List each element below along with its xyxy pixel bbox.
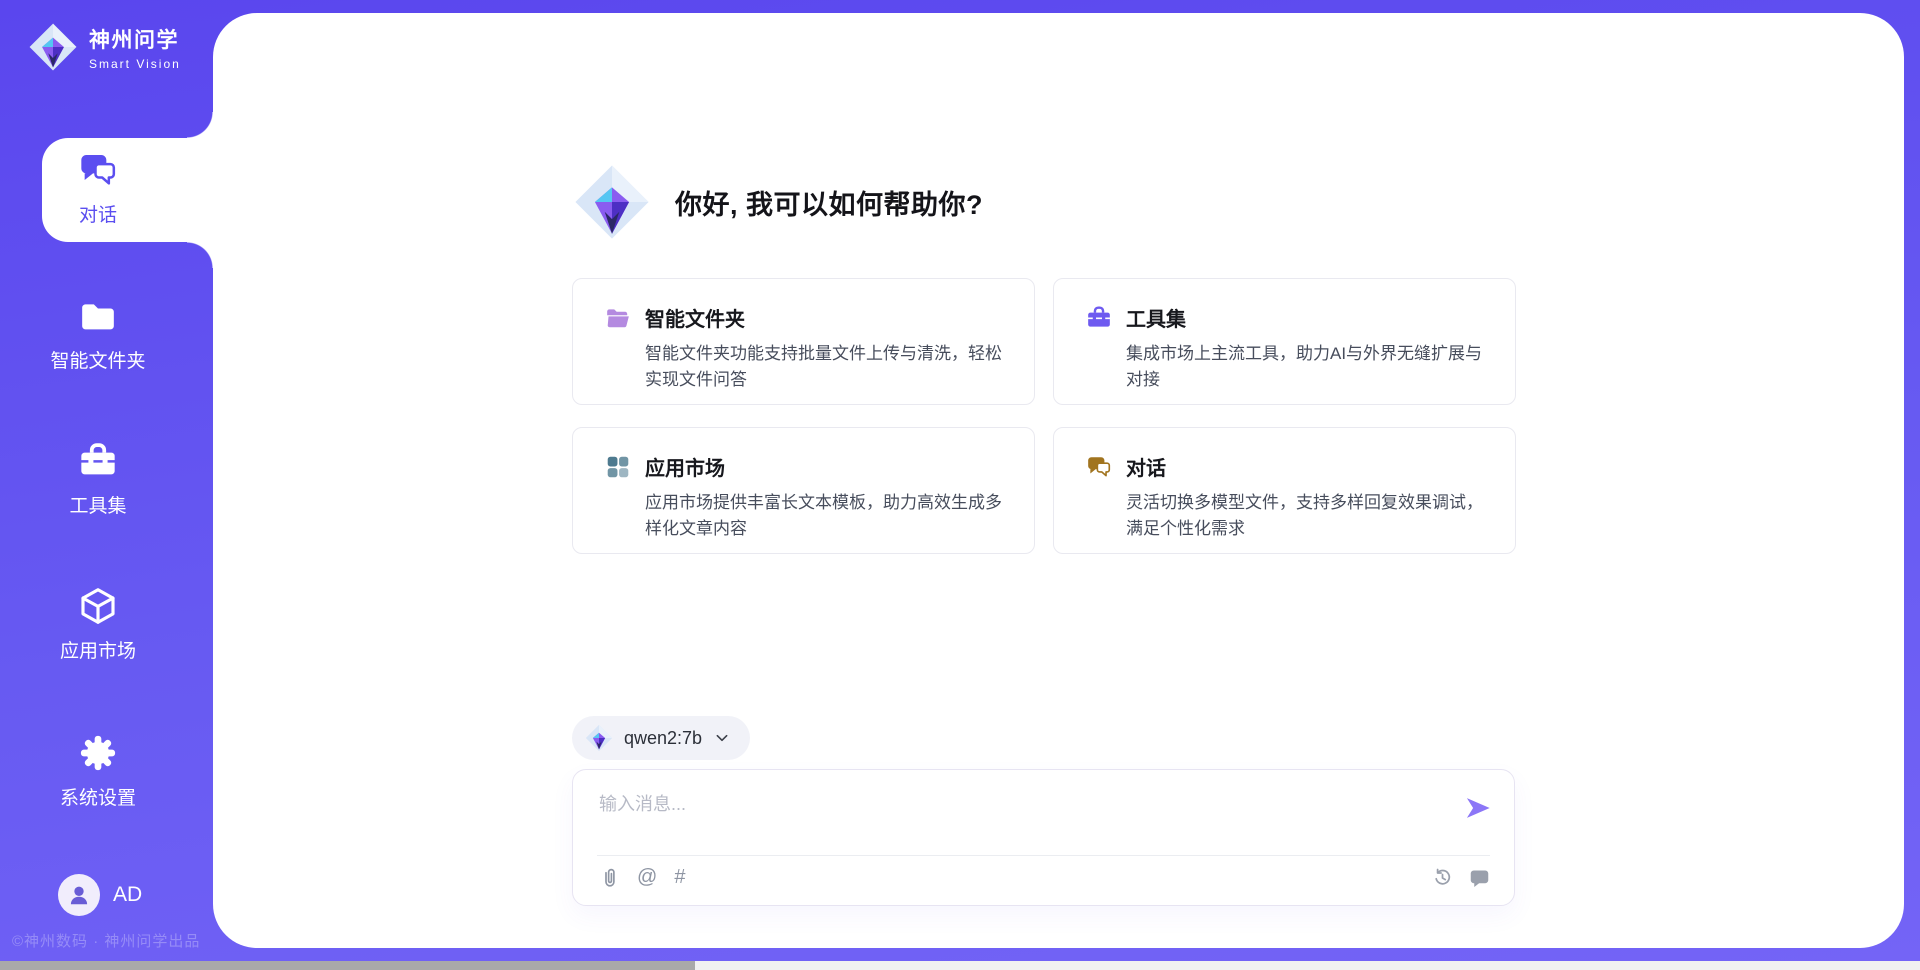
- brand-subtitle: Smart Vision: [89, 57, 181, 71]
- sidebar-item-label: 系统设置: [60, 783, 136, 810]
- sidebar-item-toolset[interactable]: 工具集: [0, 441, 196, 518]
- history-icon[interactable]: [1432, 867, 1453, 888]
- sidebar-item-label: 工具集: [69, 491, 126, 518]
- assistant-gem-icon: [573, 163, 651, 241]
- avatar: [58, 874, 100, 916]
- folder-icon: [78, 296, 118, 336]
- main-panel: 你好, 我可以如何帮助你? 智能文件夹 智能文件夹功能支持批量文件上传与清洗，轻…: [213, 13, 1904, 948]
- sidebar-item-label: 应用市场: [60, 636, 136, 663]
- composer-divider: [597, 855, 1490, 856]
- card-description: 灵活切换多模型文件，支持多样回复效果调试，满足个性化需求: [1126, 490, 1489, 541]
- user-name: AD: [113, 883, 142, 907]
- model-name: qwen2:7b: [624, 728, 702, 749]
- message-input[interactable]: [599, 788, 1419, 820]
- card-title: 工具集: [1126, 303, 1489, 332]
- sidebar-item-label: 对话: [79, 200, 117, 227]
- folder-open-icon: [605, 305, 631, 331]
- chat-bubble-icon[interactable]: [1469, 867, 1490, 888]
- brand-gem-icon: [28, 22, 78, 72]
- model-selector[interactable]: qwen2:7b: [572, 716, 750, 760]
- card-app-market[interactable]: 应用市场 应用市场提供丰富长文本模板，助力高效生成多样化文章内容: [572, 427, 1035, 554]
- card-title: 智能文件夹: [645, 303, 1008, 332]
- greeting: 你好, 我可以如何帮助你?: [573, 163, 983, 241]
- toolbox-icon: [78, 441, 118, 481]
- composer-tools-right: [1432, 867, 1490, 888]
- chevron-down-icon: [714, 730, 730, 746]
- chat-icon: [1086, 454, 1112, 480]
- feature-cards: 智能文件夹 智能文件夹功能支持批量文件上传与清洗，轻松实现文件问答 工具集 集成…: [572, 278, 1516, 554]
- app-grid-icon: [605, 454, 631, 480]
- horizontal-scrollbar: [0, 961, 1920, 970]
- composer-tools-left: @ #: [599, 867, 685, 888]
- hashtag-icon[interactable]: #: [674, 867, 685, 888]
- app-root: 神州问学 Smart Vision 对话 智能文件夹 工具集 应用市场 系统设置: [0, 0, 1920, 970]
- sidebar-item-smart-folder[interactable]: 智能文件夹: [0, 296, 196, 373]
- mention-icon[interactable]: @: [637, 867, 657, 888]
- horizontal-scrollbar-thumb[interactable]: [0, 961, 695, 970]
- card-toolset[interactable]: 工具集 集成市场上主流工具，助力AI与外界无缝扩展与对接: [1053, 278, 1516, 405]
- model-gem-icon: [585, 724, 613, 752]
- user-account[interactable]: AD: [58, 874, 142, 916]
- message-composer: @ #: [572, 769, 1515, 906]
- person-icon: [66, 882, 92, 908]
- card-chat[interactable]: 对话 灵活切换多模型文件，支持多样回复效果调试，满足个性化需求: [1053, 427, 1516, 554]
- sidebar-item-label: 智能文件夹: [50, 346, 145, 373]
- card-description: 集成市场上主流工具，助力AI与外界无缝扩展与对接: [1126, 341, 1489, 392]
- card-description: 应用市场提供丰富长文本模板，助力高效生成多样化文章内容: [645, 490, 1008, 541]
- card-title: 对话: [1126, 452, 1489, 481]
- send-button[interactable]: [1464, 794, 1492, 822]
- cube-icon: [78, 586, 118, 626]
- greeting-text: 你好, 我可以如何帮助你?: [675, 183, 983, 222]
- brand-logo: 神州问学 Smart Vision: [28, 22, 181, 72]
- send-icon: [1464, 794, 1492, 822]
- sidebar-item-settings[interactable]: 系统设置: [0, 733, 196, 810]
- chat-icon: [78, 150, 118, 190]
- card-description: 智能文件夹功能支持批量文件上传与清洗，轻松实现文件问答: [645, 341, 1008, 392]
- gear-icon: [78, 733, 118, 773]
- brand-name: 神州问学: [89, 24, 181, 54]
- card-title: 应用市场: [645, 452, 1008, 481]
- card-smart-folder[interactable]: 智能文件夹 智能文件夹功能支持批量文件上传与清洗，轻松实现文件问答: [572, 278, 1035, 405]
- sidebar: 神州问学 Smart Vision 对话 智能文件夹 工具集 应用市场 系统设置: [0, 0, 213, 961]
- paperclip-icon[interactable]: [599, 867, 620, 888]
- toolbox-icon: [1086, 305, 1112, 331]
- sidebar-item-chat[interactable]: 对话: [0, 150, 196, 227]
- copyright-footer: ©神州数码 · 神州问学出品: [12, 930, 200, 951]
- sidebar-item-app-market[interactable]: 应用市场: [0, 586, 196, 663]
